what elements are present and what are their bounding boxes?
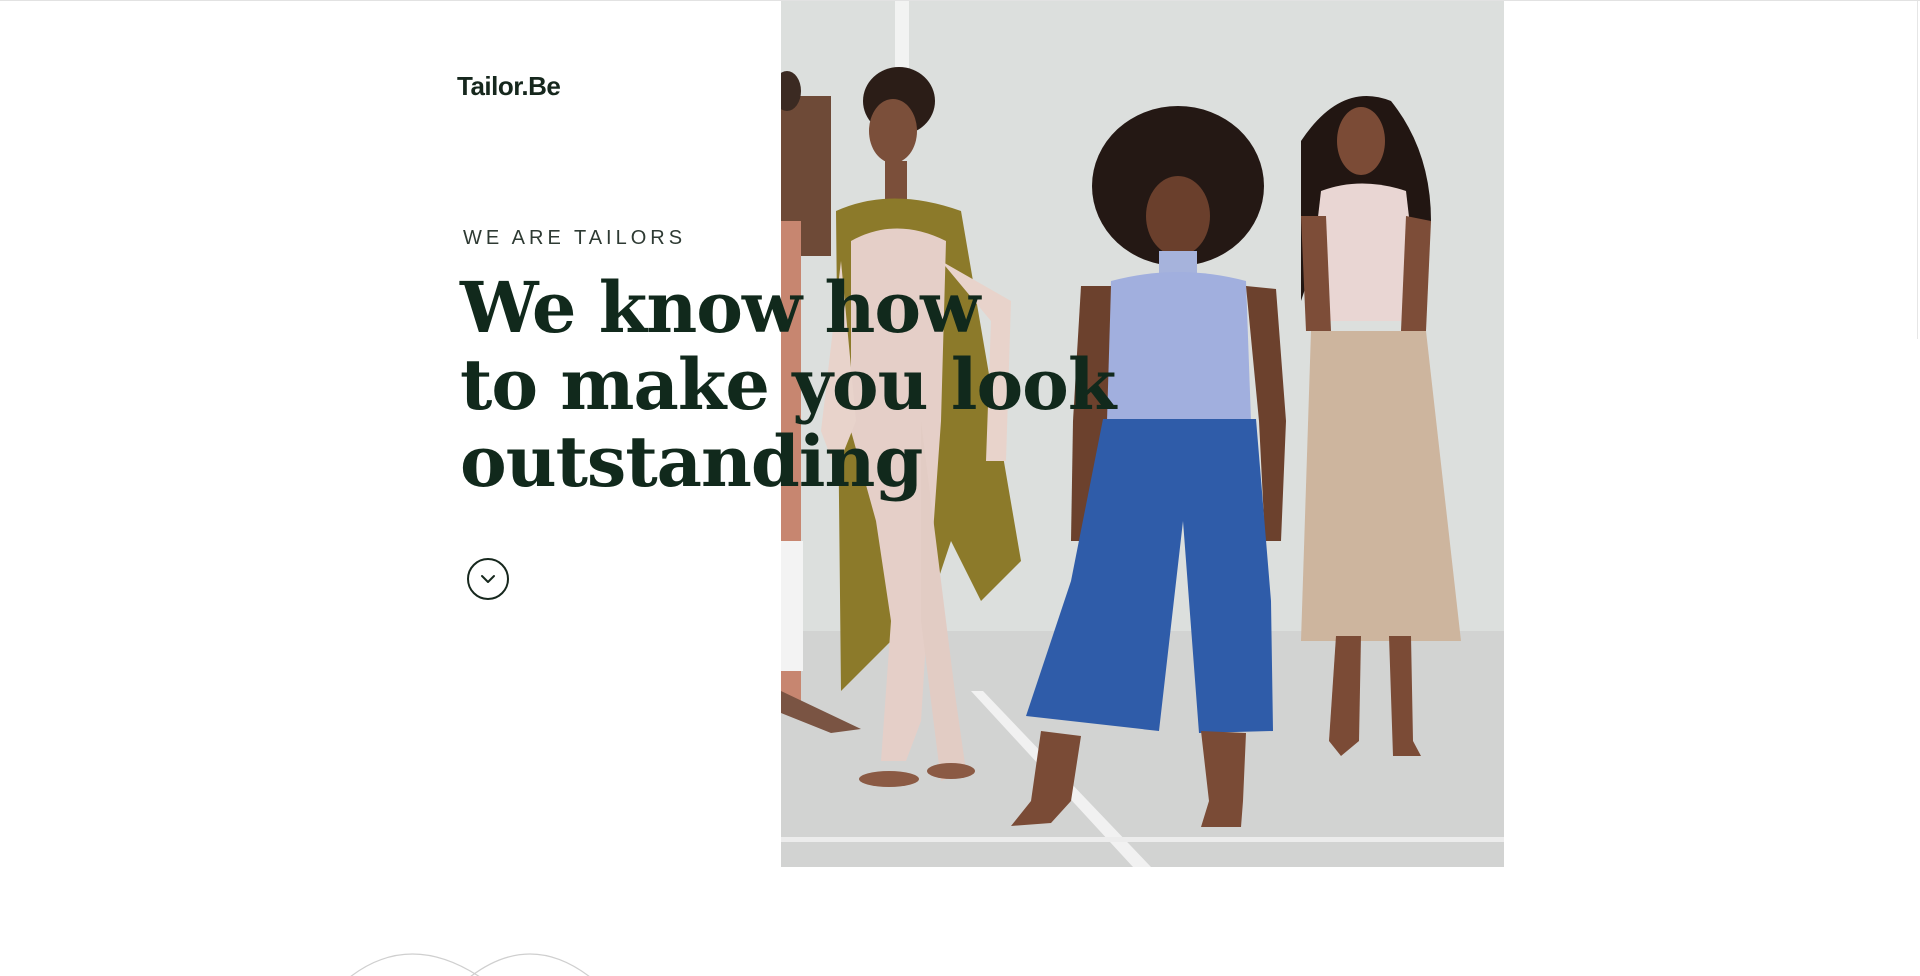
hero-headline: We know how to make you look outstanding	[460, 266, 1116, 503]
decorative-arcs	[350, 953, 590, 976]
headline-line-1: We know how	[460, 266, 980, 349]
hero-eyebrow: WE ARE TAILORS	[463, 227, 687, 249]
right-divider	[1917, 1, 1918, 339]
site-logo[interactable]: Tailor.Be	[457, 71, 561, 102]
scroll-down-button[interactable]	[467, 558, 509, 600]
landing-page: Tailor.Be WE ARE TAILORS We know how to …	[0, 0, 1920, 976]
chevron-down-icon	[481, 575, 495, 583]
headline-line-2: to make you look	[460, 343, 1116, 426]
headline-line-3: outstanding	[460, 420, 923, 503]
